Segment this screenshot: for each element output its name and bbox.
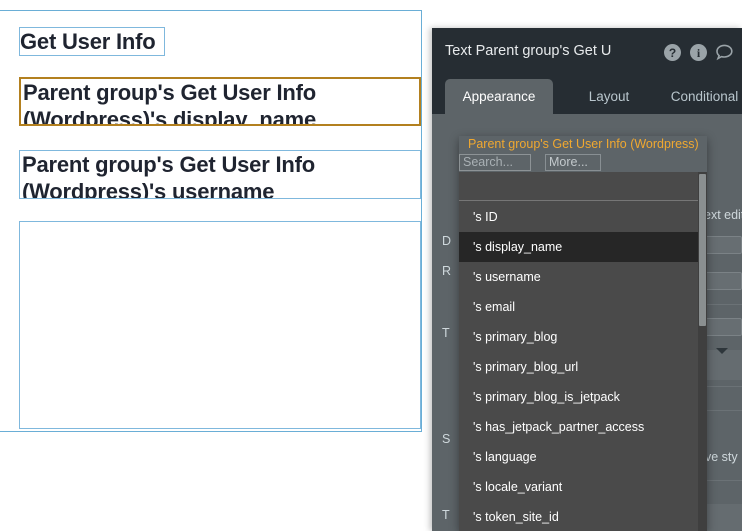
canvas-heading-element[interactable]: Get User Info (19, 27, 165, 56)
dropdown-item-primary-blog-is-jetpack[interactable]: 's primary_blog_is_jetpack (459, 382, 698, 412)
dropdown-list-top-gap (459, 172, 698, 201)
prop-label-text-align: T (442, 508, 450, 522)
rich-text-editor-label: ext edit (704, 208, 742, 222)
dropdown-source-title: Parent group's Get User Info (Wordpress) (468, 137, 699, 151)
dynamic-data-dropdown[interactable]: Parent group's Get User Info (Wordpress)… (459, 136, 707, 531)
info-icon[interactable]: i (689, 43, 708, 62)
svg-text:?: ? (669, 46, 676, 60)
chevron-down-icon[interactable] (716, 348, 728, 354)
dropdown-scrollbar-thumb[interactable] (699, 174, 706, 326)
dropdown-item-email[interactable]: 's email (459, 292, 698, 322)
dropdown-option-list[interactable]: 's ID 's display_name 's username 's ema… (459, 172, 707, 531)
dropdown-item-primary-blog[interactable]: 's primary_blog (459, 322, 698, 352)
tab-layout[interactable]: Layout (573, 79, 645, 114)
dropdown-item-primary-blog-url[interactable]: 's primary_blog_url (459, 352, 698, 382)
panel-tabs[interactable]: Appearance Layout Conditional (432, 79, 742, 114)
dropdown-item-token-site-id[interactable]: 's token_site_id (459, 502, 698, 531)
prop-label-data-source: D (442, 234, 451, 248)
dropdown-item-locale-variant[interactable]: 's locale_variant (459, 472, 698, 502)
panel-title-icons: ? i (663, 43, 734, 62)
ghost-field-3[interactable] (704, 318, 742, 336)
more-button[interactable]: More... (545, 154, 601, 171)
ghost-field-1[interactable] (704, 236, 742, 254)
panel-title: Text Parent group's Get U (445, 43, 611, 59)
canvas-empty-group[interactable] (19, 221, 421, 429)
canvas-text-element-username[interactable]: Parent group's Get User Info (Wordpress)… (19, 150, 421, 199)
help-icon[interactable]: ? (663, 43, 682, 62)
dropdown-item-username[interactable]: 's username (459, 262, 698, 292)
prop-label-visible: T (442, 326, 450, 340)
tab-conditional[interactable]: Conditional (657, 79, 742, 114)
comment-icon[interactable] (715, 43, 734, 62)
dropdown-item-has-jetpack-partner-access[interactable]: 's has_jetpack_partner_access (459, 412, 698, 442)
dropdown-item-language[interactable]: 's language (459, 442, 698, 472)
ghost-field-2[interactable] (704, 272, 742, 290)
prop-label-style: S (442, 432, 450, 446)
prop-label-rich-text: R (442, 264, 451, 278)
dropdown-item-display-name[interactable]: 's display_name (459, 232, 698, 262)
search-input[interactable]: Search... (459, 154, 531, 171)
panel-titlebar: Text Parent group's Get U ? i (432, 28, 742, 79)
canvas-text-element-display-name[interactable]: Parent group's Get User Info (Wordpress)… (19, 77, 421, 126)
dropdown-item-id[interactable]: 's ID (459, 202, 698, 232)
tab-appearance[interactable]: Appearance (445, 79, 553, 114)
dropdown-header: Parent group's Get User Info (Wordpress)… (459, 136, 707, 172)
